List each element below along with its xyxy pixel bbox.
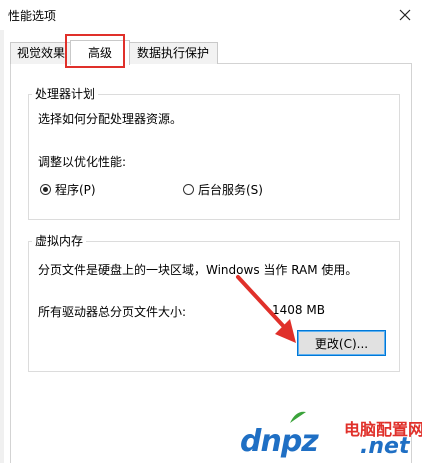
processor-description: 选择如何分配处理器资源。 — [38, 112, 183, 126]
performance-options-dialog: 性能选项 视觉效果 高级 数据执行保护 处理器计划 选择如何分配处理器资源。 调… — [0, 0, 422, 463]
site-watermark: dnpz 电脑配置网 .net — [232, 410, 422, 463]
radio-programs-label: 程序(P) — [55, 183, 96, 197]
window-title: 性能选项 — [8, 9, 57, 23]
virtual-memory-legend: 虚拟内存 — [32, 234, 87, 248]
paging-file-total-value: 1408 MB — [272, 303, 325, 317]
watermark-domain: dnpz — [240, 424, 319, 459]
radio-services-label: 后台服务(S) — [198, 183, 263, 197]
title-bar: 性能选项 — [0, 0, 422, 30]
tab-visual-effects[interactable]: 视觉效果 — [10, 42, 72, 64]
background-window-edge — [0, 30, 4, 463]
adjust-label: 调整以优化性能: — [38, 155, 127, 169]
tab-data-execution-prevention[interactable]: 数据执行保护 — [128, 42, 218, 64]
leaf-icon — [290, 411, 306, 423]
close-button[interactable] — [388, 0, 422, 30]
virtual-memory-description: 分页文件是硬盘上的一块区域，Windows 当作 RAM 使用。 — [38, 263, 358, 277]
processor-scheduling-legend: 处理器计划 — [32, 87, 99, 101]
tab-advanced[interactable]: 高级 — [70, 40, 130, 65]
radio-background-services[interactable]: 后台服务(S) — [183, 181, 263, 198]
change-button[interactable]: 更改(C)... — [297, 330, 386, 356]
watermark-tld: .net — [360, 434, 410, 459]
paging-file-total-label: 所有驱动器总分页文件大小: — [38, 305, 187, 319]
close-icon — [399, 9, 411, 21]
radio-programs-dot — [40, 184, 51, 195]
radio-services-dot — [183, 184, 194, 195]
radio-programs[interactable]: 程序(P) — [40, 181, 96, 198]
